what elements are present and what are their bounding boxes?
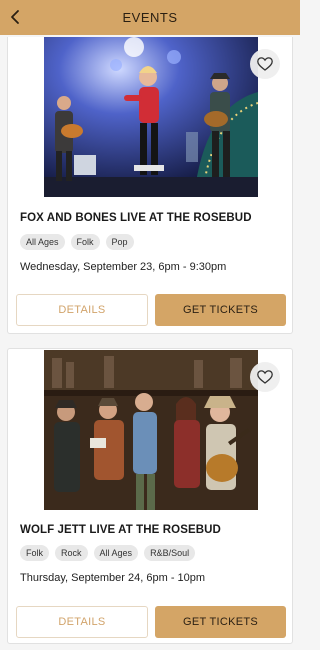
event-tags: All Ages Folk Pop <box>20 234 134 250</box>
details-button[interactable]: DETAILS <box>16 606 148 638</box>
get-tickets-button[interactable]: GET TICKETS <box>155 606 286 638</box>
event-photo[interactable] <box>44 37 258 197</box>
event-card[interactable]: FOX AND BONES LIVE AT THE ROSEBUD All Ag… <box>7 37 293 334</box>
app-header: EVENTS <box>0 0 300 35</box>
details-button[interactable]: DETAILS <box>16 294 148 326</box>
page-title: EVENTS <box>122 10 178 25</box>
favorite-button[interactable] <box>250 362 280 392</box>
event-title: FOX AND BONES LIVE AT THE ROSEBUD <box>20 212 252 224</box>
tag-badge: Folk <box>70 234 100 250</box>
event-photo[interactable] <box>44 350 258 510</box>
tag-badge: All Ages <box>93 545 139 561</box>
tag-badge: All Ages <box>20 234 65 250</box>
tag-badge: Folk <box>20 545 50 561</box>
get-tickets-button[interactable]: GET TICKETS <box>155 294 286 326</box>
event-date: Thursday, September 24, 6pm - 10pm <box>20 572 206 584</box>
event-date: Wednesday, September 23, 6pm - 9:30pm <box>20 261 227 273</box>
heart-outline-icon <box>257 57 273 71</box>
tag-badge: Rock <box>55 545 88 561</box>
back-button[interactable] <box>4 5 28 29</box>
chevron-left-icon <box>11 10 19 24</box>
event-tags: Folk Rock All Ages R&B/Soul <box>20 545 196 561</box>
event-card[interactable]: WOLF JETT LIVE AT THE ROSEBUD Folk Rock … <box>7 348 293 644</box>
heart-outline-icon <box>257 370 273 384</box>
tag-badge: Pop <box>105 234 134 250</box>
event-title: WOLF JETT LIVE AT THE ROSEBUD <box>20 524 221 536</box>
events-screen: EVENTS FOX AND BONES LIVE AT THE ROSEBUD… <box>0 0 300 650</box>
tag-badge: R&B/Soul <box>144 545 196 561</box>
favorite-button[interactable] <box>250 49 280 79</box>
